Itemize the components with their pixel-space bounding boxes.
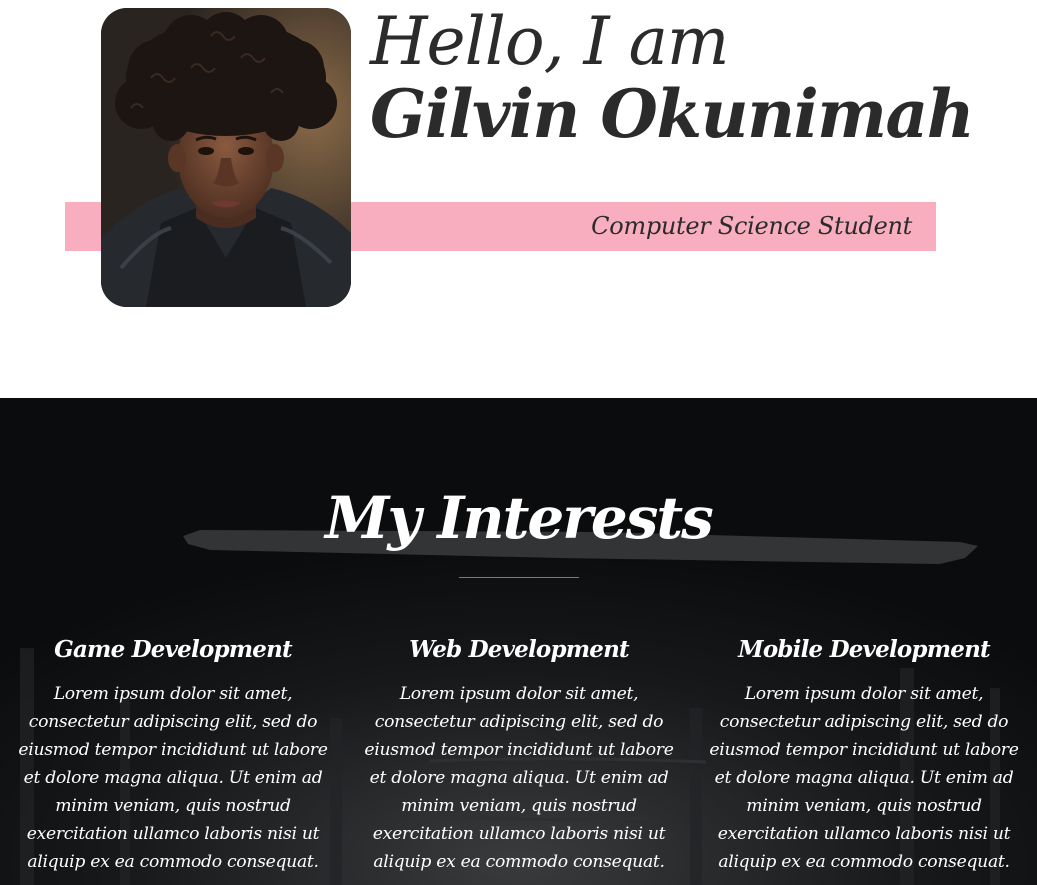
role-text: Computer Science Student (591, 212, 912, 240)
interest-description: Lorem ipsum dolor sit amet, consectetur … (364, 684, 674, 872)
interest-card: Web Development Lorem ipsum dolor sit am… (354, 632, 684, 876)
interests-title: My Interests (325, 484, 714, 552)
interest-card: Game Development Lorem ipsum dolor sit a… (8, 632, 338, 876)
interest-title: Game Development (54, 636, 293, 663)
interest-description: Lorem ipsum dolor sit amet, consectetur … (18, 684, 328, 872)
hero-greeting: Hello, I am (370, 3, 730, 80)
title-divider (459, 577, 579, 578)
hero-section: Computer Science Student Hello, I am Gil… (0, 0, 1037, 398)
profile-photo (101, 8, 351, 307)
interest-card: Mobile Development Lorem ipsum dolor sit… (699, 632, 1029, 876)
interest-description: Lorem ipsum dolor sit amet, consectetur … (709, 684, 1019, 872)
interest-title: Mobile Development (738, 636, 990, 663)
interest-title: Web Development (409, 636, 630, 663)
hero-name: Gilvin Okunimah (370, 75, 975, 153)
interests-section: My Interests Game Development Lorem ipsu… (0, 398, 1037, 885)
